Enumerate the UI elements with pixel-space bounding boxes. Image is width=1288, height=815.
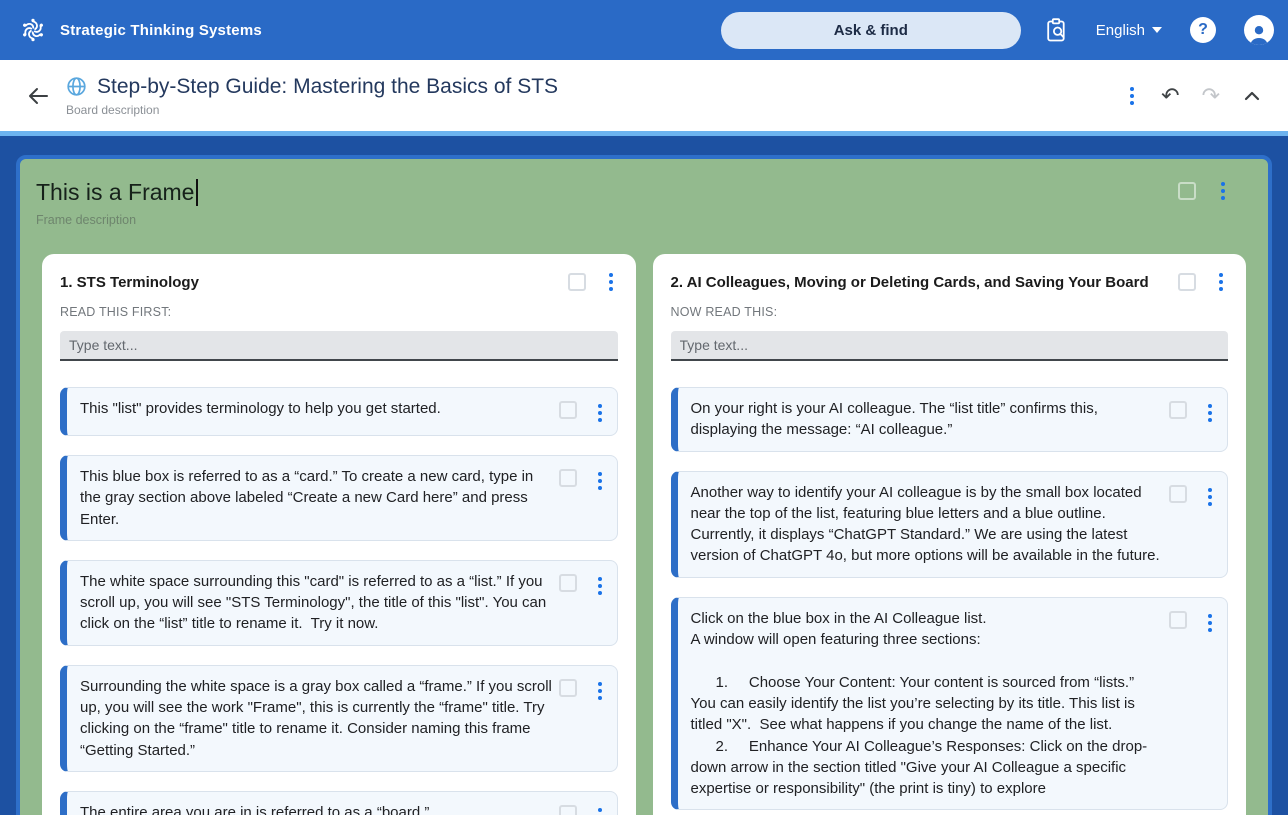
card-kebab-menu-icon[interactable] bbox=[593, 805, 607, 815]
chevron-down-icon bbox=[1152, 27, 1162, 33]
board-title[interactable]: Step-by-Step Guide: Mastering the Basics… bbox=[97, 75, 558, 99]
card[interactable]: This blue box is referred to as a “card.… bbox=[60, 455, 618, 541]
help-glyph: ? bbox=[1198, 21, 1208, 39]
list-checkbox[interactable] bbox=[568, 273, 586, 291]
card-checkbox[interactable] bbox=[559, 469, 577, 487]
help-icon[interactable]: ? bbox=[1190, 17, 1216, 43]
globe-icon bbox=[66, 76, 87, 97]
language-label: English bbox=[1096, 22, 1145, 39]
card-text: The white space surrounding this "card" … bbox=[80, 571, 553, 635]
card[interactable]: Click on the blue box in the AI Colleagu… bbox=[671, 597, 1229, 811]
card-text: This "list" provides terminology to help… bbox=[80, 398, 553, 425]
list-subheading: NOW READ THIS: bbox=[671, 305, 1229, 319]
card[interactable]: Another way to identify your AI colleagu… bbox=[671, 471, 1229, 578]
frame-title: This is a Frame bbox=[36, 179, 194, 206]
board-canvas[interactable]: This is a Frame Frame description 1. STS… bbox=[0, 136, 1288, 815]
card[interactable]: Surrounding the white space is a gray bo… bbox=[60, 665, 618, 772]
avatar-icon[interactable] bbox=[1244, 15, 1274, 45]
card-kebab-menu-icon[interactable] bbox=[1203, 611, 1217, 635]
new-card-input[interactable] bbox=[671, 331, 1229, 361]
card-checkbox[interactable] bbox=[559, 401, 577, 419]
ask-and-find-button[interactable]: Ask & find bbox=[721, 12, 1021, 49]
card-kebab-menu-icon[interactable] bbox=[1203, 401, 1217, 425]
card-kebab-menu-icon[interactable] bbox=[593, 574, 607, 598]
card-checkbox[interactable] bbox=[559, 805, 577, 815]
card-checkbox[interactable] bbox=[559, 679, 577, 697]
frame-kebab-menu-icon[interactable] bbox=[1216, 179, 1230, 203]
list-checkbox[interactable] bbox=[1178, 273, 1196, 291]
list-title[interactable]: 2. AI Colleagues, Moving or Deleting Car… bbox=[671, 274, 1179, 291]
back-arrow-icon[interactable] bbox=[24, 82, 52, 110]
frame[interactable]: This is a Frame Frame description 1. STS… bbox=[16, 155, 1272, 815]
card-checkbox[interactable] bbox=[1169, 485, 1187, 503]
list-subheading: READ THIS FIRST: bbox=[60, 305, 618, 319]
card-checkbox[interactable] bbox=[1169, 401, 1187, 419]
card-text: The entire area you are in is referred t… bbox=[80, 802, 553, 815]
board-header: Step-by-Step Guide: Mastering the Basics… bbox=[0, 60, 1288, 131]
logo-swirl-icon bbox=[16, 13, 50, 47]
frame-title-field[interactable]: This is a Frame bbox=[36, 179, 198, 206]
list-kebab-menu-icon[interactable] bbox=[1214, 270, 1228, 294]
card-kebab-menu-icon[interactable] bbox=[593, 401, 607, 425]
card-text: This blue box is referred to as a “card.… bbox=[80, 466, 553, 530]
card-checkbox[interactable] bbox=[1169, 611, 1187, 629]
frame-checkbox[interactable] bbox=[1178, 182, 1196, 200]
new-card-input[interactable] bbox=[60, 331, 618, 361]
card-kebab-menu-icon[interactable] bbox=[593, 679, 607, 703]
card-checkbox[interactable] bbox=[559, 574, 577, 592]
undo-icon[interactable]: ↶ bbox=[1161, 85, 1179, 107]
card[interactable]: The white space surrounding this "card" … bbox=[60, 560, 618, 646]
list-title[interactable]: 1. STS Terminology bbox=[60, 274, 568, 291]
board-search-icon[interactable] bbox=[1045, 18, 1068, 43]
card-text: On your right is your AI colleague. The … bbox=[691, 398, 1164, 441]
card-kebab-menu-icon[interactable] bbox=[593, 469, 607, 493]
card-text: Click on the blue box in the AI Colleagu… bbox=[691, 608, 1164, 800]
collapse-chevron-icon[interactable] bbox=[1242, 86, 1262, 106]
list-ai-colleagues: 2. AI Colleagues, Moving or Deleting Car… bbox=[653, 254, 1247, 815]
board-kebab-menu-icon[interactable] bbox=[1125, 84, 1139, 108]
card-text: Surrounding the white space is a gray bo… bbox=[80, 676, 553, 761]
card[interactable]: On your right is your AI colleague. The … bbox=[671, 387, 1229, 452]
frame-description[interactable]: Frame description bbox=[36, 213, 1246, 227]
card-text: Another way to identify your AI colleagu… bbox=[691, 482, 1164, 567]
list-sts-terminology: 1. STS Terminology READ THIS FIRST: This… bbox=[42, 254, 636, 815]
language-selector[interactable]: English bbox=[1096, 22, 1162, 39]
brand-title: Strategic Thinking Systems bbox=[60, 22, 262, 39]
list-kebab-menu-icon[interactable] bbox=[604, 270, 618, 294]
board-description[interactable]: Board description bbox=[66, 103, 558, 117]
app-bar: Strategic Thinking Systems Ask & find En… bbox=[0, 0, 1288, 60]
redo-icon[interactable]: ↷ bbox=[1202, 85, 1220, 107]
card[interactable]: The entire area you are in is referred t… bbox=[60, 791, 618, 815]
ask-and-find-label: Ask & find bbox=[834, 22, 908, 39]
card[interactable]: This "list" provides terminology to help… bbox=[60, 387, 618, 436]
text-cursor bbox=[196, 179, 198, 206]
card-kebab-menu-icon[interactable] bbox=[1203, 485, 1217, 509]
